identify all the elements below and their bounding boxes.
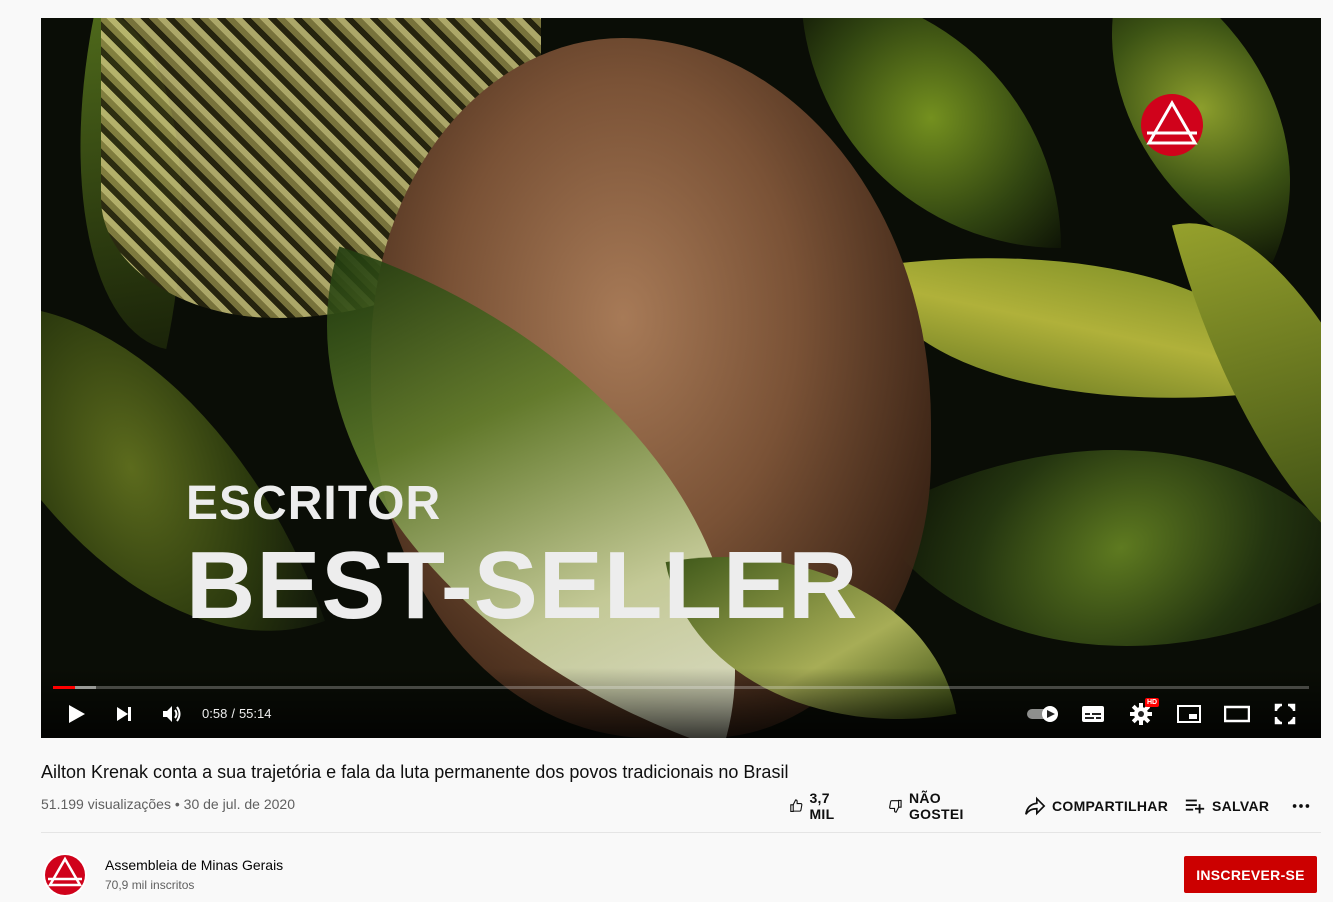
overlay-line-best-seller: BEST-SELLER bbox=[186, 532, 859, 639]
dislike-label: NÃO GOSTEI bbox=[908, 790, 964, 822]
miniplayer-icon bbox=[1177, 705, 1201, 723]
play-button[interactable] bbox=[58, 696, 94, 732]
subtitles-icon bbox=[1082, 706, 1104, 722]
volume-icon bbox=[163, 706, 181, 722]
progress-played bbox=[53, 686, 75, 689]
theater-mode-icon bbox=[1224, 705, 1250, 723]
more-horizontal-icon bbox=[1292, 804, 1310, 808]
miniplayer-button[interactable] bbox=[1171, 696, 1207, 732]
subscriber-count: 70,9 mil inscritos bbox=[105, 878, 195, 892]
channel-name[interactable]: Assembleia de Minas Gerais bbox=[105, 856, 283, 874]
autoplay-toggle-icon bbox=[1027, 706, 1058, 722]
share-icon bbox=[1025, 796, 1046, 816]
more-actions-button[interactable] bbox=[1290, 790, 1318, 822]
volume-button[interactable] bbox=[154, 696, 190, 732]
playlist-add-icon bbox=[1185, 799, 1205, 814]
next-icon bbox=[117, 707, 131, 721]
time-current: 0:58 bbox=[202, 706, 228, 721]
video-frame[interactable]: ESCRITOR BEST-SELLER bbox=[41, 18, 1321, 738]
share-label: COMPARTILHAR bbox=[1052, 798, 1169, 814]
share-button[interactable]: COMPARTILHAR bbox=[1024, 790, 1168, 822]
video-player[interactable]: ESCRITOR BEST-SELLER bbox=[41, 18, 1321, 738]
hd-badge: HD bbox=[1145, 698, 1160, 707]
subscribe-button[interactable]: INSCREVER-SE bbox=[1184, 856, 1317, 893]
thumbs-down-icon bbox=[889, 799, 902, 813]
time-total: 55:14 bbox=[238, 706, 272, 721]
subtitles-button[interactable] bbox=[1075, 696, 1111, 732]
settings-button[interactable]: HD bbox=[1123, 696, 1160, 732]
view-count: 51.199 visualizações bbox=[41, 796, 171, 812]
meta-bullet: • bbox=[174, 796, 180, 812]
video-overlay-text: ESCRITOR BEST-SELLER bbox=[186, 480, 858, 637]
overlay-line-escritor: ESCRITOR bbox=[186, 477, 442, 530]
channel-logo-icon bbox=[43, 853, 87, 897]
time-display: 0:58/55:14 bbox=[202, 706, 271, 722]
fullscreen-button[interactable] bbox=[1267, 696, 1303, 732]
upload-date: 30 de jul. de 2020 bbox=[183, 796, 295, 812]
save-button[interactable]: SALVAR bbox=[1184, 790, 1269, 822]
time-separator: / bbox=[231, 706, 235, 721]
divider bbox=[41, 832, 1321, 833]
video-meta: 51.199 visualizações • 30 de jul. de 202… bbox=[41, 795, 295, 813]
play-icon bbox=[69, 705, 85, 723]
channel-logo-watermark-icon bbox=[1141, 94, 1203, 156]
like-button[interactable]: 3,7 MIL bbox=[789, 790, 842, 822]
like-count: 3,7 MIL bbox=[809, 790, 835, 822]
thumbs-up-icon bbox=[790, 799, 803, 812]
autoplay-toggle[interactable] bbox=[1024, 696, 1062, 732]
dislike-button[interactable]: NÃO GOSTEI bbox=[888, 790, 971, 822]
video-title: Ailton Krenak conta a sua trajetória e f… bbox=[41, 762, 789, 782]
channel-avatar[interactable] bbox=[43, 853, 87, 897]
fullscreen-icon bbox=[1274, 703, 1296, 725]
save-label: SALVAR bbox=[1212, 798, 1270, 814]
theater-mode-button[interactable] bbox=[1219, 696, 1255, 732]
next-button[interactable] bbox=[106, 696, 142, 732]
progress-bar[interactable] bbox=[53, 686, 1309, 689]
